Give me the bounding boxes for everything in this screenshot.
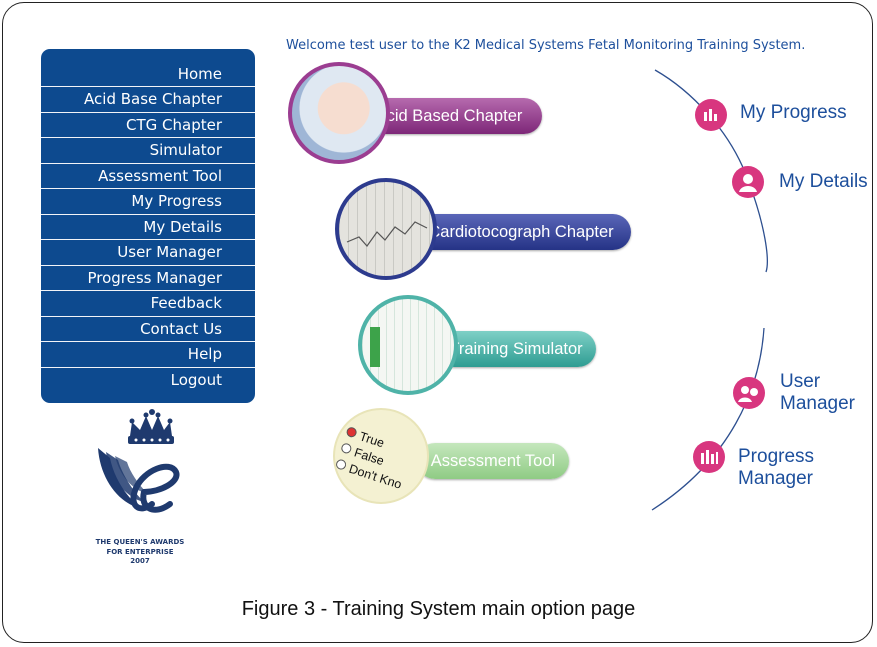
- user-manager-link[interactable]: User Manager: [780, 371, 855, 415]
- nav-help[interactable]: Help: [41, 342, 255, 368]
- my-progress-icon[interactable]: [695, 99, 727, 131]
- user-manager-icon[interactable]: [733, 377, 765, 409]
- nav-ctg-chapter[interactable]: CTG Chapter: [41, 113, 255, 138]
- user-manager-line-1: User: [780, 371, 821, 392]
- nav-assessment-tool[interactable]: Assessment Tool: [41, 164, 255, 189]
- option-assessment-tool[interactable]: Assessment Tool True False Don't Kno: [333, 408, 573, 518]
- option-training-simulator[interactable]: Training Simulator: [358, 295, 598, 405]
- nav-my-progress[interactable]: My Progress: [41, 189, 255, 215]
- nav-list: Home Acid Base Chapter CTG Chapter Simul…: [41, 49, 255, 392]
- figure-caption: Figure 3 - Training System main option p…: [241, 598, 636, 620]
- nav-user-manager[interactable]: User Manager: [41, 240, 255, 266]
- option-acid-based-chapter[interactable]: Acid Based Chapter: [288, 60, 548, 170]
- award-line-3: 2007: [130, 557, 150, 565]
- nav-contact-us[interactable]: Contact Us: [41, 317, 255, 342]
- option-cardiotocograph-chapter[interactable]: Cardiotocograph Chapter: [335, 178, 635, 288]
- training-simulator-button[interactable]: Training Simulator: [436, 331, 596, 367]
- my-details-link[interactable]: My Details: [779, 171, 868, 193]
- nav-logout[interactable]: Logout: [41, 368, 255, 393]
- nav-home[interactable]: Home: [41, 62, 255, 87]
- crown-e-emblem-icon: [98, 409, 180, 513]
- progress-manager-line-1: Progress: [738, 446, 815, 467]
- award-line-1: THE QUEEN'S AWARDS: [95, 538, 185, 546]
- award-caption: THE QUEEN'S AWARDS FOR ENTERPRISE 2007: [70, 538, 210, 567]
- ctg-trace-photo: [335, 178, 437, 280]
- progress-manager-icon[interactable]: [693, 441, 725, 473]
- progress-manager-line-2: Manager: [738, 468, 813, 489]
- progress-manager-link[interactable]: Progress Manager: [738, 446, 814, 490]
- award-line-2: FOR ENTERPRISE: [106, 547, 174, 556]
- sidebar-nav: Home Acid Base Chapter CTG Chapter Simul…: [41, 49, 255, 403]
- queens-award-logo: THE QUEEN'S AWARDS FOR ENTERPRISE 2007: [70, 408, 210, 578]
- cardiotocograph-chapter-button[interactable]: Cardiotocograph Chapter: [411, 214, 631, 250]
- my-details-icon[interactable]: [732, 166, 764, 198]
- simulator-screenshot: [358, 295, 458, 395]
- baby-photo: [288, 62, 390, 164]
- ctg-trace-icon: [346, 221, 428, 247]
- user-manager-line-2: Manager: [780, 393, 855, 414]
- assessment-tool-button[interactable]: Assessment Tool: [417, 443, 569, 479]
- nav-feedback[interactable]: Feedback: [41, 291, 255, 317]
- welcome-message: Welcome test user to the K2 Medical Syst…: [286, 38, 806, 53]
- nav-my-details[interactable]: My Details: [41, 215, 255, 240]
- nav-progress-manager[interactable]: Progress Manager: [41, 266, 255, 291]
- nav-simulator[interactable]: Simulator: [41, 138, 255, 164]
- quiz-image: True False Don't Kno: [333, 408, 429, 504]
- nav-acid-base-chapter[interactable]: Acid Base Chapter: [41, 87, 255, 113]
- my-progress-link[interactable]: My Progress: [740, 102, 847, 124]
